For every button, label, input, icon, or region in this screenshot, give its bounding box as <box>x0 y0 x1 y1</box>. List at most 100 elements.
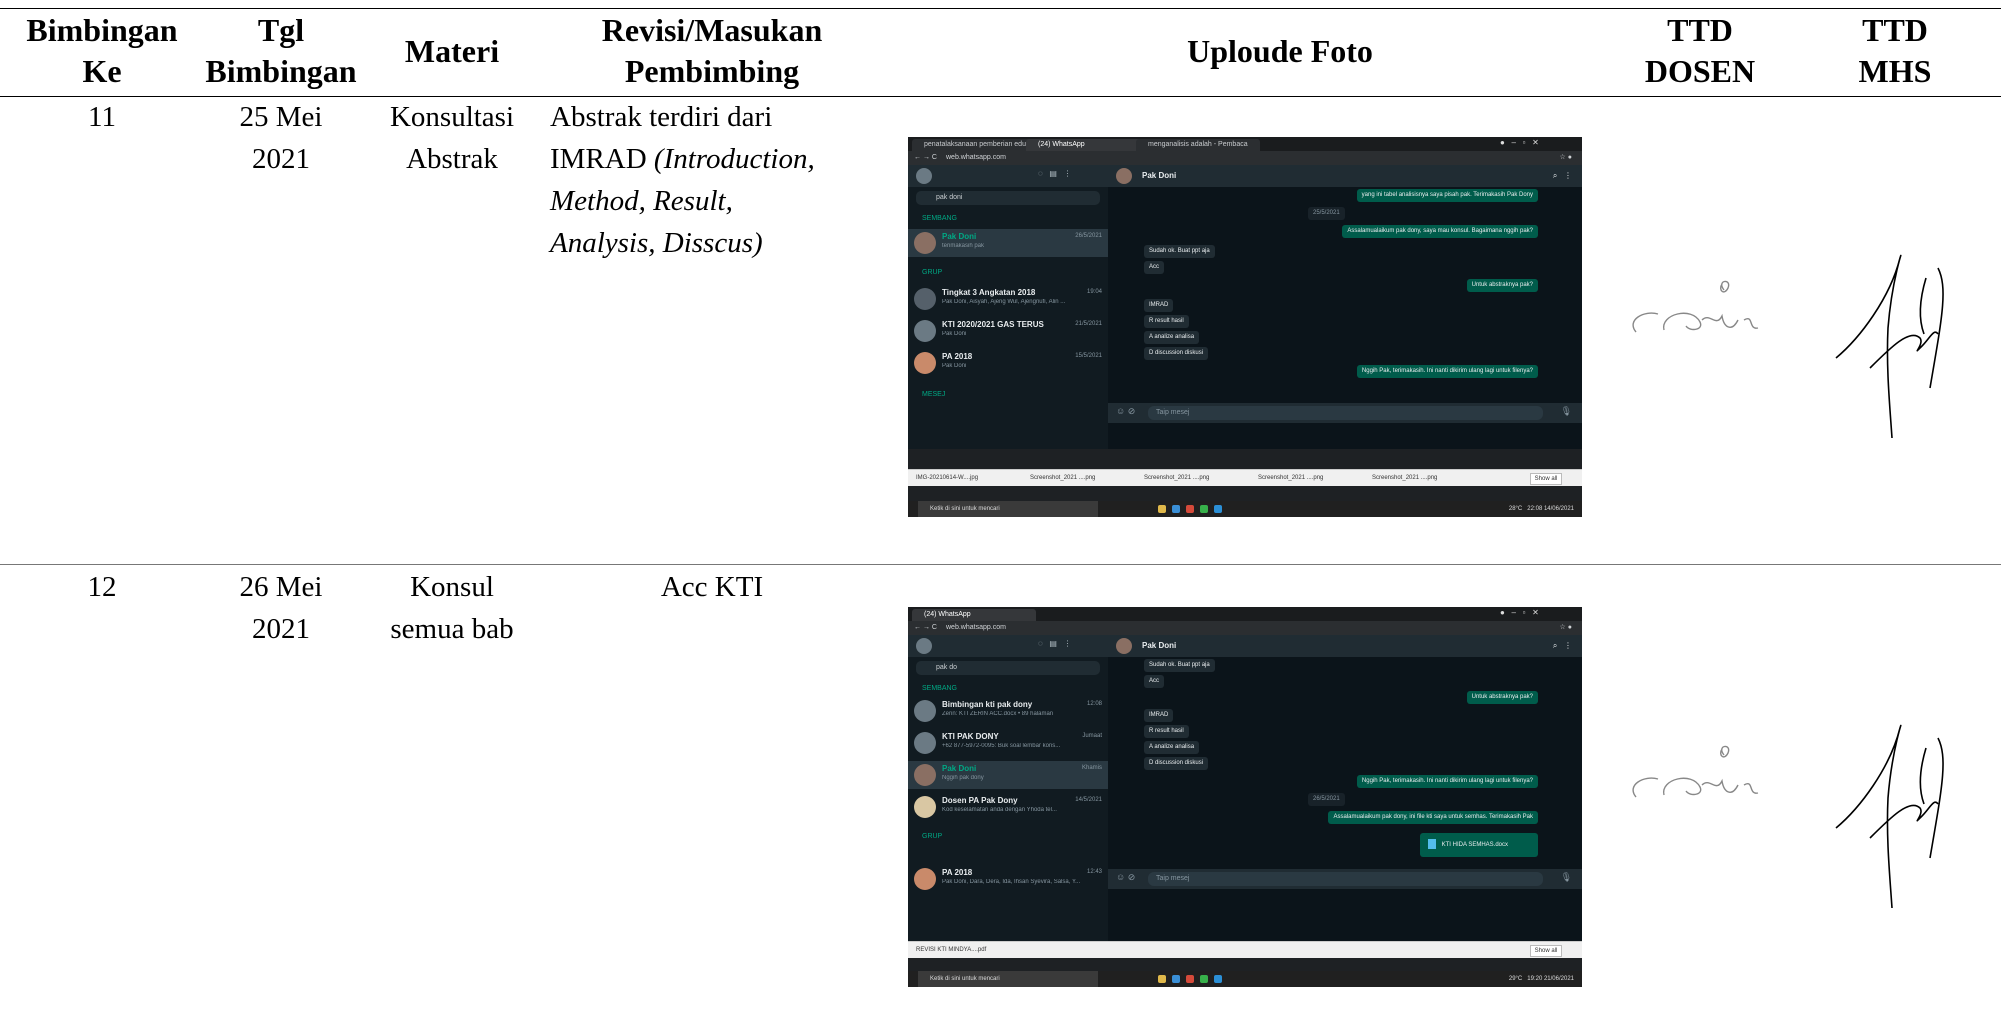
windows-taskbar: Ketik di sini untuk mencari 29°C 19:20 2… <box>908 971 1582 987</box>
message-bubble: Acc <box>1144 675 1165 688</box>
section-label: SEMBANG <box>922 215 958 222</box>
avatar <box>914 232 936 254</box>
message-bubble: Nggih Pak, terimakasih. Ini nanti dikiri… <box>1356 365 1538 378</box>
message-bubble: yang ini tabel analisisnya saya pisah pa… <box>1356 189 1538 202</box>
message-bubble: A analize analisa <box>1144 331 1200 344</box>
chat-list-item: KTI PAK DONY +62 877-5972-0095: Buk soal… <box>908 729 1108 757</box>
chat-list-item: Tingkat 3 Angkatan 2018 Pak Doni, Aisyah… <box>908 285 1108 313</box>
header-ttd-mhs: TTD MHS <box>1858 12 1932 89</box>
message-bubble: Sudah ok. Buat ppt aja <box>1144 659 1215 672</box>
message-bubble: Untuk abstraknya pak? <box>1466 691 1538 704</box>
mic-icon: 🎙 <box>1560 872 1572 882</box>
avatar <box>914 764 936 786</box>
app-icon <box>1186 975 1194 983</box>
browser-tab-bar: penatalaksanaan pemberian edu (24) Whats… <box>908 137 1582 151</box>
row-11-materi: Konsultasi Abstrak <box>389 101 515 175</box>
show-all-button: Show all <box>1530 473 1562 485</box>
date-chip: 26/5/2021 <box>1308 793 1345 806</box>
avatar <box>916 168 932 184</box>
app-icon <box>1214 975 1222 983</box>
chat-pane: Pak Doni ⌕ ⋮ yang ini tabel analisisnya … <box>1108 165 1582 449</box>
app-icon <box>1186 505 1194 513</box>
table-top-rule <box>0 8 2001 9</box>
document-icon <box>1427 839 1436 850</box>
download-bar: REVISI KTI MINDYA....pdf Show all <box>908 941 1582 958</box>
taskbar-search: Ketik di sini untuk mencari <box>918 971 1098 987</box>
message-composer: ☺ ⊘ Taip mesej 🎙 <box>1108 403 1582 423</box>
app-icon <box>1200 505 1208 513</box>
browser-tab-whatsapp: (24) WhatsApp <box>912 609 1036 621</box>
chat-list-item: Pak Doni terimakasih pak 26/5/2021 <box>908 229 1108 257</box>
message-bubble: D discussion diskusi <box>1144 347 1209 360</box>
section-label: MESEJ <box>922 391 946 398</box>
message-bubble: R result hasil <box>1144 315 1189 328</box>
system-tray: 28°C 22:08 14/06/2021 <box>1508 506 1574 512</box>
download-item: IMG-20210614-W....jpg <box>916 475 979 481</box>
app-icon <box>1158 505 1166 513</box>
browser-tab-whatsapp: (24) WhatsApp <box>1026 139 1146 151</box>
row-11-date: 25 Mei 2021 <box>239 101 323 175</box>
dosen-signature-row-11 <box>1632 280 1759 333</box>
row-divider <box>0 564 2001 565</box>
chat-list-item: KTI 2020/2021 GAS TERUS Pak Doni 21/5/20… <box>908 317 1108 345</box>
chat-pane: Pak Doni ⌕ ⋮ Sudah ok. Buat ppt aja Acc … <box>1108 635 1582 941</box>
app-icon <box>1172 975 1180 983</box>
download-item: Screenshot_2021 ....png <box>1030 475 1096 481</box>
chat-sidebar: ◌ ▤ ⋮ pak do SEMBANG Bimbingan kti pak d… <box>908 635 1108 941</box>
browser-tab: menganalisis adalah - Pembaca <box>1136 139 1260 151</box>
app-icon <box>1172 505 1180 513</box>
row-12-date: 26 Mei 2021 <box>239 571 323 645</box>
app-icon <box>1214 505 1222 513</box>
chat-list-item: PA 2018 Pak Doni, Dara, Dera, Ida, Ihsan… <box>908 865 1108 893</box>
row-11-revisi: Abstrak terdiri dari IMRAD (Introduction… <box>550 101 815 259</box>
download-item: Screenshot_2021 ....png <box>1258 475 1324 481</box>
download-item: REVISI KTI MINDYA....pdf <box>916 947 987 953</box>
row-12-revisi: Acc KTI <box>660 571 764 603</box>
show-all-button: Show all <box>1530 945 1562 957</box>
mhs-signature-row-12 <box>1835 724 1944 909</box>
header-ttd-dosen: TTD DOSEN <box>1644 12 1756 89</box>
avatar <box>914 320 936 342</box>
file-attachment-bubble: KTI HIDA SEMHAS.docx <box>1419 833 1538 857</box>
section-label: SEMBANG <box>922 685 958 692</box>
dosen-signature-row-12 <box>1632 745 1759 798</box>
message-bubble: Untuk abstraknya pak? <box>1466 279 1538 292</box>
message-bubble: Assalamualaikum pak dony, ini file kti s… <box>1328 811 1538 824</box>
window-controls-icon: ● – ▫ ✕ <box>1500 608 1539 617</box>
whatsapp-screenshot-2: (24) WhatsApp ● – ▫ ✕ ← → C web.whatsapp… <box>908 607 1582 987</box>
row-12-materi: Konsul semua bab <box>390 571 514 645</box>
search-input: pak do <box>916 661 1100 675</box>
address-bar: ← → C web.whatsapp.com ☆ ● <box>908 621 1582 635</box>
browser-tab: penatalaksanaan pemberian edu <box>912 139 1036 151</box>
header-materi: Materi <box>404 33 500 69</box>
search-input: pak doni <box>916 191 1100 205</box>
avatar <box>914 352 936 374</box>
chat-sidebar: ◌ ▤ ⋮ pak doni SEMBANG Pak Doni terimaka… <box>908 165 1108 449</box>
message-bubble: Nggih Pak, terimakasih. Ini nanti dikiri… <box>1356 775 1538 788</box>
avatar <box>1116 638 1132 654</box>
message-bubble: Sudah ok. Buat ppt aja <box>1144 245 1215 258</box>
windows-taskbar: Ketik di sini untuk mencari 28°C 22:08 1… <box>908 501 1582 517</box>
date-chip: 25/5/2021 <box>1308 207 1345 220</box>
download-bar: IMG-20210614-W....jpg Screenshot_2021 ..… <box>908 469 1582 486</box>
mic-icon: 🎙 <box>1560 406 1572 416</box>
row-11-number: 11 <box>88 101 116 133</box>
chat-list-item: Dosen PA Pak Dony Kod keselamatan anda d… <box>908 793 1108 821</box>
download-item: Screenshot_2021 ....png <box>1144 475 1210 481</box>
chat-list-item: Bimbingan kti pak dony Zerin: KTI ZERIN … <box>908 697 1108 725</box>
header-revisi: Revisi/Masukan Pembimbing <box>601 12 823 89</box>
chat-list-item: Pak Doni Nggih pak dony Khamis <box>908 761 1108 789</box>
message-composer: ☺ ⊘ Taip mesej 🎙 <box>1108 869 1582 889</box>
message-bubble: R result hasil <box>1144 725 1189 738</box>
message-input: Taip mesej <box>1148 872 1543 886</box>
app-icon <box>1200 975 1208 983</box>
avatar <box>1116 168 1132 184</box>
message-bubble: Acc <box>1144 261 1165 274</box>
avatar <box>916 638 932 654</box>
taskbar-search: Ketik di sini untuk mencari <box>918 501 1098 517</box>
avatar <box>914 868 936 890</box>
section-label: GRUP <box>922 833 943 840</box>
header-tgl-bimbingan: Tgl Bimbingan <box>205 12 357 89</box>
download-item: Screenshot_2021 ....png <box>1372 475 1438 481</box>
message-bubble: Assalamualaikum pak dony, saya mau konsu… <box>1342 225 1538 238</box>
